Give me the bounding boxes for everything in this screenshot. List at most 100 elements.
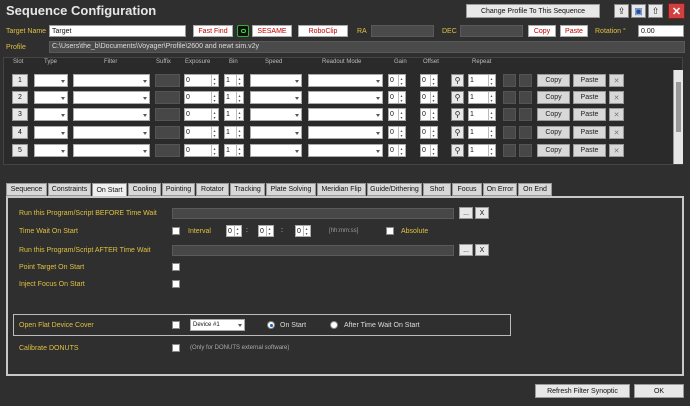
change-profile-button[interactable]: Change Profile To This Sequence: [466, 4, 600, 18]
tab-on-start[interactable]: On Start: [92, 183, 127, 197]
rotation-input[interactable]: 0.00: [638, 25, 684, 37]
move-up-icon[interactable]: [503, 91, 516, 104]
row-paste-button[interactable]: Paste: [573, 91, 606, 104]
search-icon[interactable]: ⚲: [451, 91, 464, 104]
row-copy-button[interactable]: Copy: [537, 91, 570, 104]
readout-select[interactable]: [308, 144, 383, 157]
move-down-icon[interactable]: [519, 126, 532, 139]
readout-select[interactable]: [308, 74, 383, 87]
slot-number[interactable]: 4: [12, 126, 28, 139]
run-before-browse-button[interactable]: ...: [459, 207, 473, 219]
slot-number[interactable]: 3: [12, 108, 28, 121]
move-down-icon[interactable]: [519, 108, 532, 121]
filter-select[interactable]: [73, 91, 150, 104]
tab-meridian-flip[interactable]: Meridian Flip: [317, 183, 366, 196]
move-up-icon[interactable]: [503, 126, 516, 139]
point-target-checkbox[interactable]: [172, 263, 180, 271]
dec-input[interactable]: [460, 25, 523, 37]
row-copy-button[interactable]: Copy: [537, 108, 570, 121]
type-select[interactable]: [34, 108, 68, 121]
filter-select[interactable]: [73, 126, 150, 139]
inject-focus-checkbox[interactable]: [172, 280, 180, 288]
repeat-input[interactable]: 1: [468, 91, 496, 104]
sesame-button[interactable]: SESAME: [252, 25, 292, 37]
readout-select[interactable]: [308, 108, 383, 121]
bin-input[interactable]: 1: [224, 144, 244, 157]
row-paste-button[interactable]: Paste: [573, 108, 606, 121]
tab-shot[interactable]: Shot: [423, 183, 451, 196]
move-down-icon[interactable]: [519, 91, 532, 104]
target-name-input[interactable]: Target: [49, 25, 186, 37]
gain-input[interactable]: 0: [388, 144, 406, 157]
gain-input[interactable]: 0: [388, 74, 406, 87]
bin-input[interactable]: 1: [224, 74, 244, 87]
tab-cooling[interactable]: Cooling: [128, 183, 161, 196]
coord-paste-button[interactable]: Paste: [560, 25, 588, 37]
run-before-clear-button[interactable]: X: [475, 207, 489, 219]
offset-input[interactable]: 0: [420, 126, 438, 139]
refresh-filter-synoptic-button[interactable]: Refresh Filter Synoptic: [535, 384, 630, 398]
gain-input[interactable]: 0: [388, 91, 406, 104]
upload-icon[interactable]: ⇧: [648, 4, 663, 18]
row-delete-icon[interactable]: ✕: [609, 108, 624, 121]
row-delete-icon[interactable]: ✕: [609, 126, 624, 139]
type-select[interactable]: [34, 74, 68, 87]
exposure-input[interactable]: 0: [184, 108, 219, 121]
bin-input[interactable]: 1: [224, 126, 244, 139]
roboclip-button[interactable]: RoboClip: [298, 25, 348, 37]
search-icon[interactable]: ⚲: [451, 126, 464, 139]
close-icon[interactable]: ✕: [668, 3, 685, 19]
repeat-input[interactable]: 1: [468, 108, 496, 121]
calibrate-donuts-checkbox[interactable]: [172, 344, 180, 352]
tab-guide-dithering[interactable]: Guide/Dithering: [367, 183, 422, 196]
offset-input[interactable]: 0: [420, 144, 438, 157]
suffix-input[interactable]: [155, 74, 180, 87]
filter-select[interactable]: [73, 144, 150, 157]
tab-on-end[interactable]: On End: [518, 183, 552, 196]
tab-sequence[interactable]: Sequence: [6, 183, 47, 196]
ok-button[interactable]: OK: [634, 384, 684, 398]
row-copy-button[interactable]: Copy: [537, 74, 570, 87]
row-copy-button[interactable]: Copy: [537, 126, 570, 139]
readout-select[interactable]: [308, 91, 383, 104]
exposure-input[interactable]: 0: [184, 144, 219, 157]
run-after-browse-button[interactable]: ...: [459, 244, 473, 256]
flat-cover-checkbox[interactable]: [172, 321, 180, 329]
slot-number[interactable]: 2: [12, 91, 28, 104]
flat-device-select[interactable]: Device #1: [190, 319, 245, 331]
filter-select[interactable]: [73, 74, 150, 87]
run-before-input[interactable]: [172, 208, 454, 219]
move-up-icon[interactable]: [503, 108, 516, 121]
scrollbar-thumb[interactable]: [676, 82, 681, 132]
row-paste-button[interactable]: Paste: [573, 144, 606, 157]
time-wait-checkbox[interactable]: [172, 227, 180, 235]
tab-plate-solving[interactable]: Plate Solving: [266, 183, 316, 196]
speed-select[interactable]: [250, 126, 302, 139]
bin-input[interactable]: 1: [224, 91, 244, 104]
search-icon[interactable]: ⚲: [451, 108, 464, 121]
repeat-input[interactable]: 1: [468, 144, 496, 157]
move-down-icon[interactable]: [519, 74, 532, 87]
speed-select[interactable]: [250, 91, 302, 104]
repeat-input[interactable]: 1: [468, 74, 496, 87]
run-after-input[interactable]: [172, 245, 454, 256]
tab-focus[interactable]: Focus: [452, 183, 482, 196]
search-icon[interactable]: ⚲: [451, 144, 464, 157]
speed-select[interactable]: [250, 108, 302, 121]
offset-input[interactable]: 0: [420, 108, 438, 121]
save-icon[interactable]: ▣: [631, 4, 646, 18]
interval-hours-input[interactable]: 0: [226, 225, 242, 237]
absolute-checkbox[interactable]: [386, 227, 394, 235]
suffix-input[interactable]: [155, 126, 180, 139]
gain-input[interactable]: 0: [388, 126, 406, 139]
row-paste-button[interactable]: Paste: [573, 74, 606, 87]
bin-input[interactable]: 1: [224, 108, 244, 121]
suffix-input[interactable]: [155, 91, 180, 104]
row-paste-button[interactable]: Paste: [573, 126, 606, 139]
row-delete-icon[interactable]: ✕: [609, 74, 624, 87]
speed-select[interactable]: [250, 74, 302, 87]
run-after-clear-button[interactable]: X: [475, 244, 489, 256]
slot-number[interactable]: 5: [12, 144, 28, 157]
filter-select[interactable]: [73, 108, 150, 121]
readout-select[interactable]: [308, 126, 383, 139]
